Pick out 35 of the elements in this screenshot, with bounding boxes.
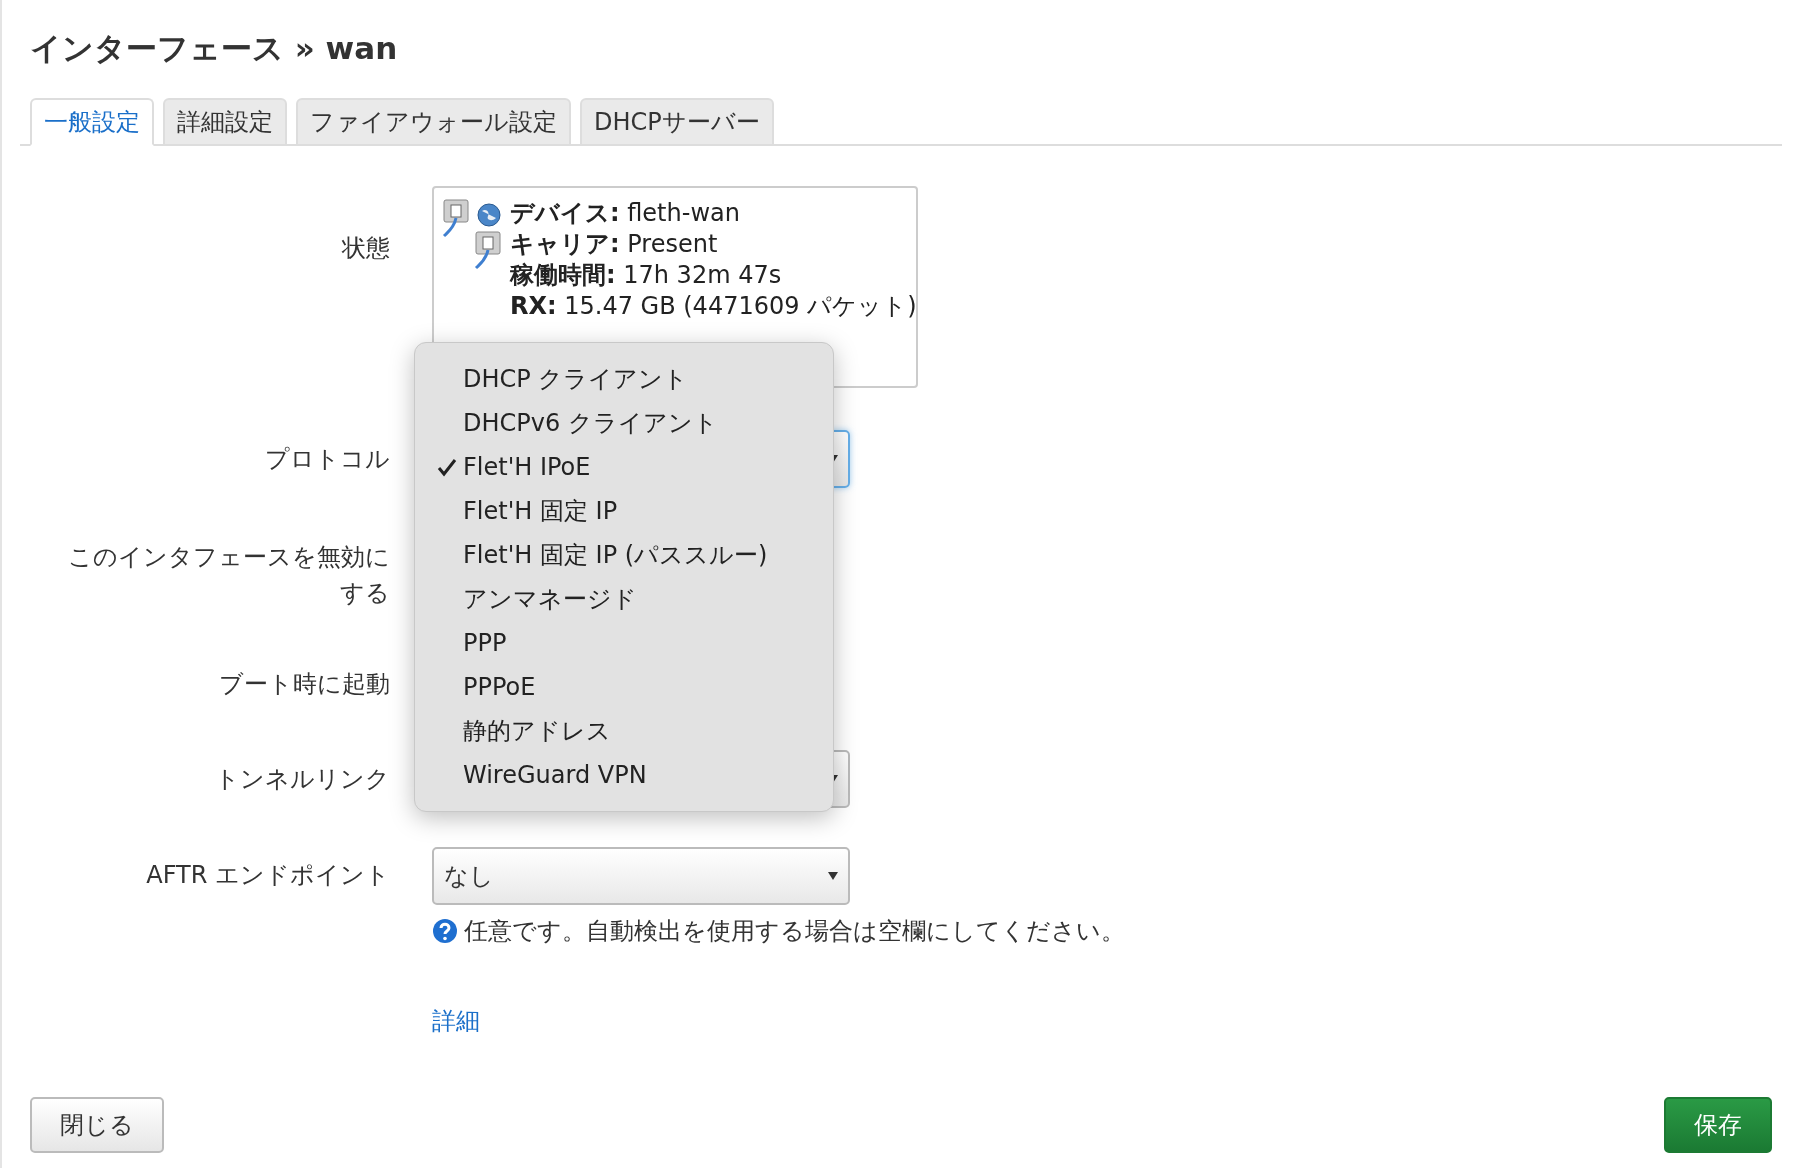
tab[interactable]: 詳細設定 <box>163 98 287 146</box>
network-port-icon <box>442 198 472 238</box>
help-text: 任意です。自動検出を使用する場合は空欄にしてください。 <box>464 916 1125 947</box>
dropdown-option[interactable]: Flet'H 固定 IP (パススルー) <box>415 533 833 577</box>
status-line: デバイス: fleth-wan <box>510 198 741 229</box>
save-button[interactable]: 保存 <box>1664 1097 1772 1153</box>
tab[interactable]: DHCPサーバー <box>580 98 774 146</box>
network-port-icon <box>474 230 504 270</box>
dropdown-option[interactable]: Flet'H IPoE <box>415 445 833 489</box>
caret-icon <box>828 872 838 880</box>
field-label: ブート時に起動 <box>218 669 390 700</box>
dropdown-option[interactable]: 静的アドレス <box>415 709 833 753</box>
field-label: トンネルリンク <box>214 764 390 795</box>
field-label: 状態 <box>341 233 390 264</box>
tab[interactable]: 一般設定 <box>30 98 154 146</box>
status-line: 稼働時間: 17h 32m 47s <box>510 260 783 291</box>
dropdown-option[interactable]: Flet'H 固定 IP <box>415 489 833 533</box>
tab[interactable]: ファイアウォール設定 <box>296 98 571 146</box>
status-line: RX: 15.47 GB (4471609 パケット) <box>510 291 917 322</box>
status-line: キャリア: Present <box>510 229 719 260</box>
globe-icon <box>476 202 502 228</box>
dropdown-option[interactable]: DHCPv6 クライアント <box>415 401 833 445</box>
page-title: インターフェース » wan <box>30 29 399 68</box>
dropdown-option[interactable]: PPPoE <box>415 665 833 709</box>
field-label: AFTR エンドポイント <box>145 860 390 891</box>
dropdown-option[interactable]: DHCP クライアント <box>415 357 833 401</box>
field-label: プロトコル <box>264 444 390 475</box>
dropdown-option[interactable]: アンマネージド <box>415 577 833 621</box>
dropdown-option[interactable]: PPP <box>415 621 833 665</box>
select-field[interactable]: なし <box>432 847 850 905</box>
details-link[interactable]: 詳細 <box>432 1005 480 1037</box>
field-label: このインタフェースを無効にする <box>67 542 390 609</box>
dropdown-option[interactable]: WireGuard VPN <box>415 753 833 797</box>
close-button[interactable]: 閉じる <box>30 1097 164 1153</box>
help-icon <box>432 918 458 944</box>
